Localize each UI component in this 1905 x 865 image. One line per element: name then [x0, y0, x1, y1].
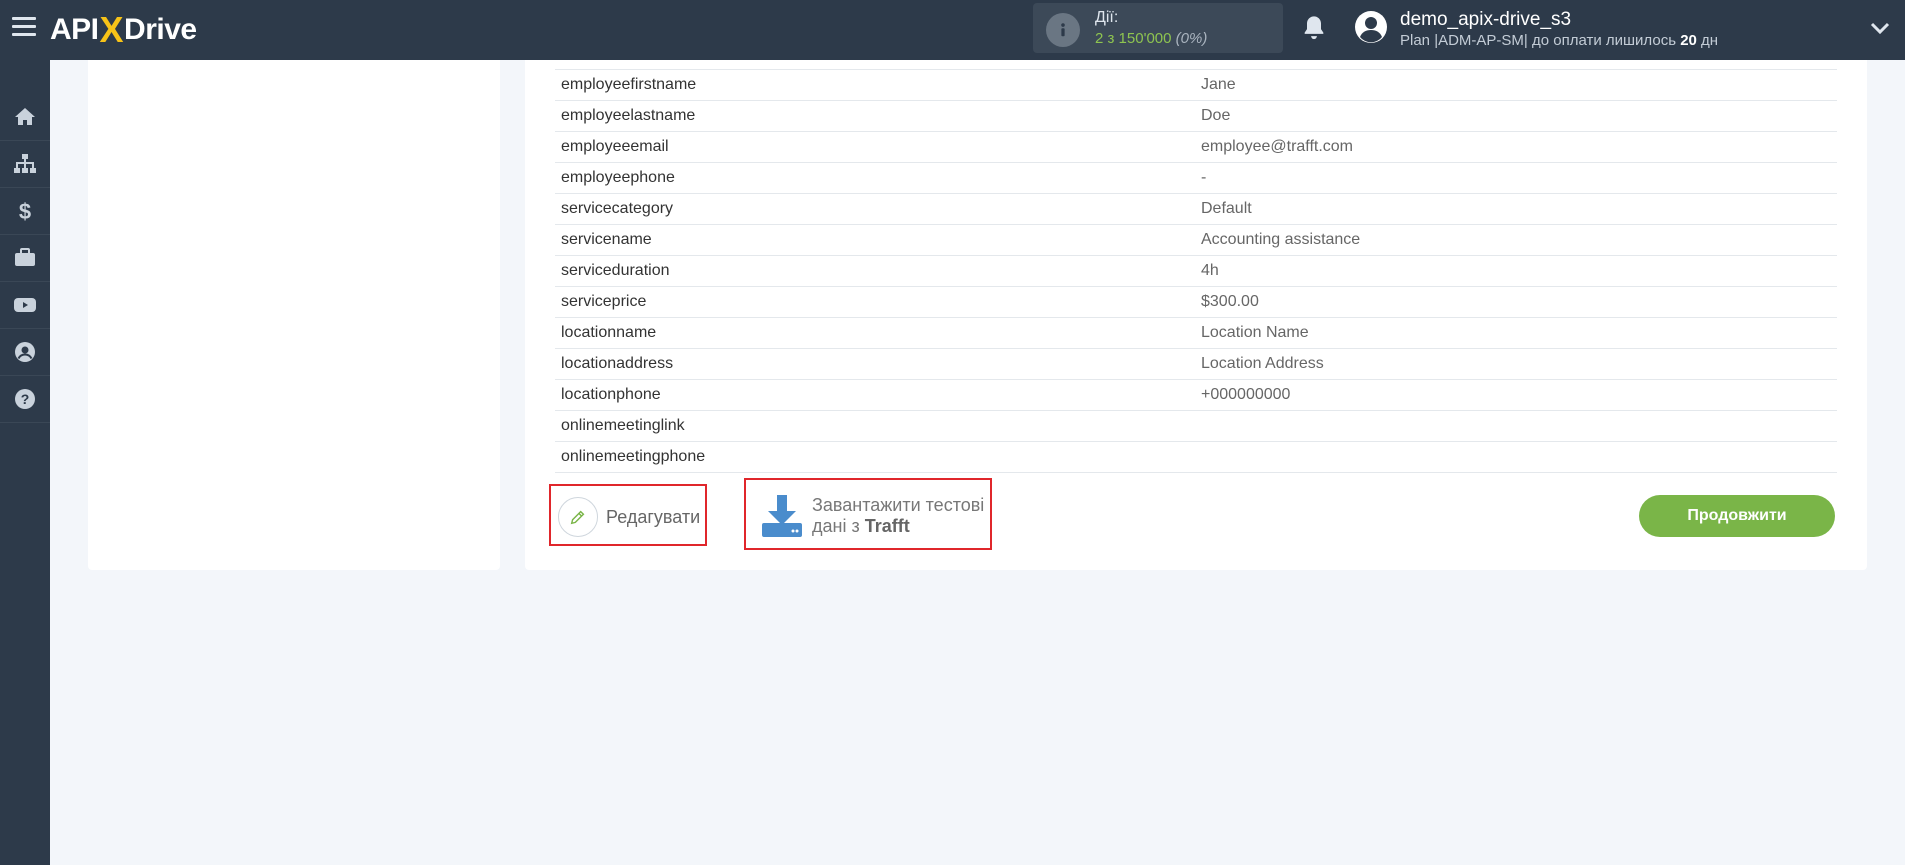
- table-row: employeephone -: [555, 163, 1837, 194]
- field-key: employeelastname: [561, 107, 696, 124]
- table-row: locationaddress Location Address: [555, 349, 1837, 380]
- svg-text:$: $: [19, 199, 31, 223]
- table-row: servicecategory Default: [555, 194, 1837, 225]
- user-icon[interactable]: [0, 329, 50, 376]
- briefcase-icon[interactable]: [0, 235, 50, 282]
- table-row-partial: [555, 60, 1837, 70]
- table-row: locationname Location Name: [555, 318, 1837, 349]
- bell-icon[interactable]: [1300, 14, 1328, 42]
- top-bar: API X Drive Дії: 2 з 150'000 (0%) demo_api…: [0, 0, 1905, 60]
- field-key: servicecategory: [561, 200, 674, 217]
- field-key: employeeemail: [561, 138, 669, 155]
- field-key: locationaddress: [561, 355, 674, 372]
- main-panel: employeefirstname Jane employeelastname Doe…: [525, 60, 1867, 570]
- table-row: serviceduration 4h: [555, 256, 1837, 287]
- field-value: Default: [1201, 200, 1252, 217]
- sitemap-icon[interactable]: [0, 141, 50, 188]
- field-key: servicename: [561, 231, 652, 248]
- field-value: $300.00: [1201, 293, 1259, 310]
- table-row: serviceprice $300.00: [555, 287, 1837, 318]
- field-value: Accounting assistance: [1201, 231, 1361, 248]
- field-value: Doe: [1201, 107, 1231, 124]
- table-row: onlinemeetinglink: [555, 411, 1837, 442]
- actions-label: Дії:: [1095, 9, 1119, 26]
- svg-text:?: ?: [21, 391, 30, 407]
- field-value: employee@trafft.com: [1201, 138, 1354, 155]
- table-row: locationphone +000000000: [555, 380, 1837, 411]
- home-icon[interactable]: [0, 94, 50, 141]
- download-icon: [762, 495, 802, 537]
- actions-counter[interactable]: Дії: 2 з 150'000 (0%): [1033, 3, 1283, 53]
- field-key: onlinemeetingphone: [561, 448, 706, 465]
- field-value: -: [1201, 169, 1207, 186]
- field-key: serviceduration: [561, 262, 670, 279]
- load-text: Завантажити тестові дані з Trafft: [812, 495, 985, 536]
- field-key: locationphone: [561, 386, 661, 403]
- dollar-icon[interactable]: $: [0, 188, 50, 235]
- field-value: Jane: [1201, 76, 1236, 93]
- load-test-data-button[interactable]: Завантажити тестові дані з Trafft: [746, 482, 990, 550]
- youtube-icon[interactable]: [0, 282, 50, 329]
- continue-button[interactable]: Продовжити: [1639, 495, 1835, 537]
- edit-button[interactable]: Редагувати: [554, 488, 706, 546]
- field-key: serviceprice: [561, 293, 647, 310]
- chevron-down-icon[interactable]: [1870, 20, 1890, 36]
- table-row: onlinemeetingphone: [555, 442, 1837, 473]
- help-icon[interactable]: ?: [0, 376, 50, 423]
- edit-label: Редагувати: [606, 506, 701, 527]
- data-table: employeefirstname Jane employeelastname Doe…: [555, 60, 1837, 473]
- avatar-icon[interactable]: [1354, 10, 1388, 44]
- menu-icon[interactable]: [12, 17, 36, 37]
- field-value: 4h: [1201, 262, 1219, 279]
- table-row: employeeemail employee@trafft.com: [555, 132, 1837, 163]
- info-icon: [1046, 13, 1080, 47]
- logo[interactable]: API X Drive: [50, 8, 197, 52]
- table-row: employeelastname Doe: [555, 101, 1837, 132]
- table-row: employeefirstname Jane: [555, 70, 1837, 101]
- table-row: servicename Accounting assistance: [555, 225, 1837, 256]
- field-key: onlinemeetinglink: [561, 417, 685, 434]
- field-key: locationname: [561, 324, 657, 341]
- pencil-icon: [558, 497, 598, 537]
- field-value: Location Name: [1201, 324, 1309, 341]
- actions-count: 2 з 150'000 (0%): [1095, 30, 1208, 47]
- field-key: employeefirstname: [561, 76, 697, 93]
- left-panel: [88, 60, 500, 570]
- field-value: Location Address: [1201, 355, 1324, 372]
- user-plan: Plan |ADM-AP-SM| до оплати лишилось 20 д…: [1400, 32, 1719, 49]
- user-name[interactable]: demo_apix-drive_s3: [1400, 9, 1571, 31]
- field-key: employeephone: [561, 169, 675, 186]
- sidebar: $ ?: [0, 60, 50, 865]
- field-value: +000000000: [1201, 386, 1291, 403]
